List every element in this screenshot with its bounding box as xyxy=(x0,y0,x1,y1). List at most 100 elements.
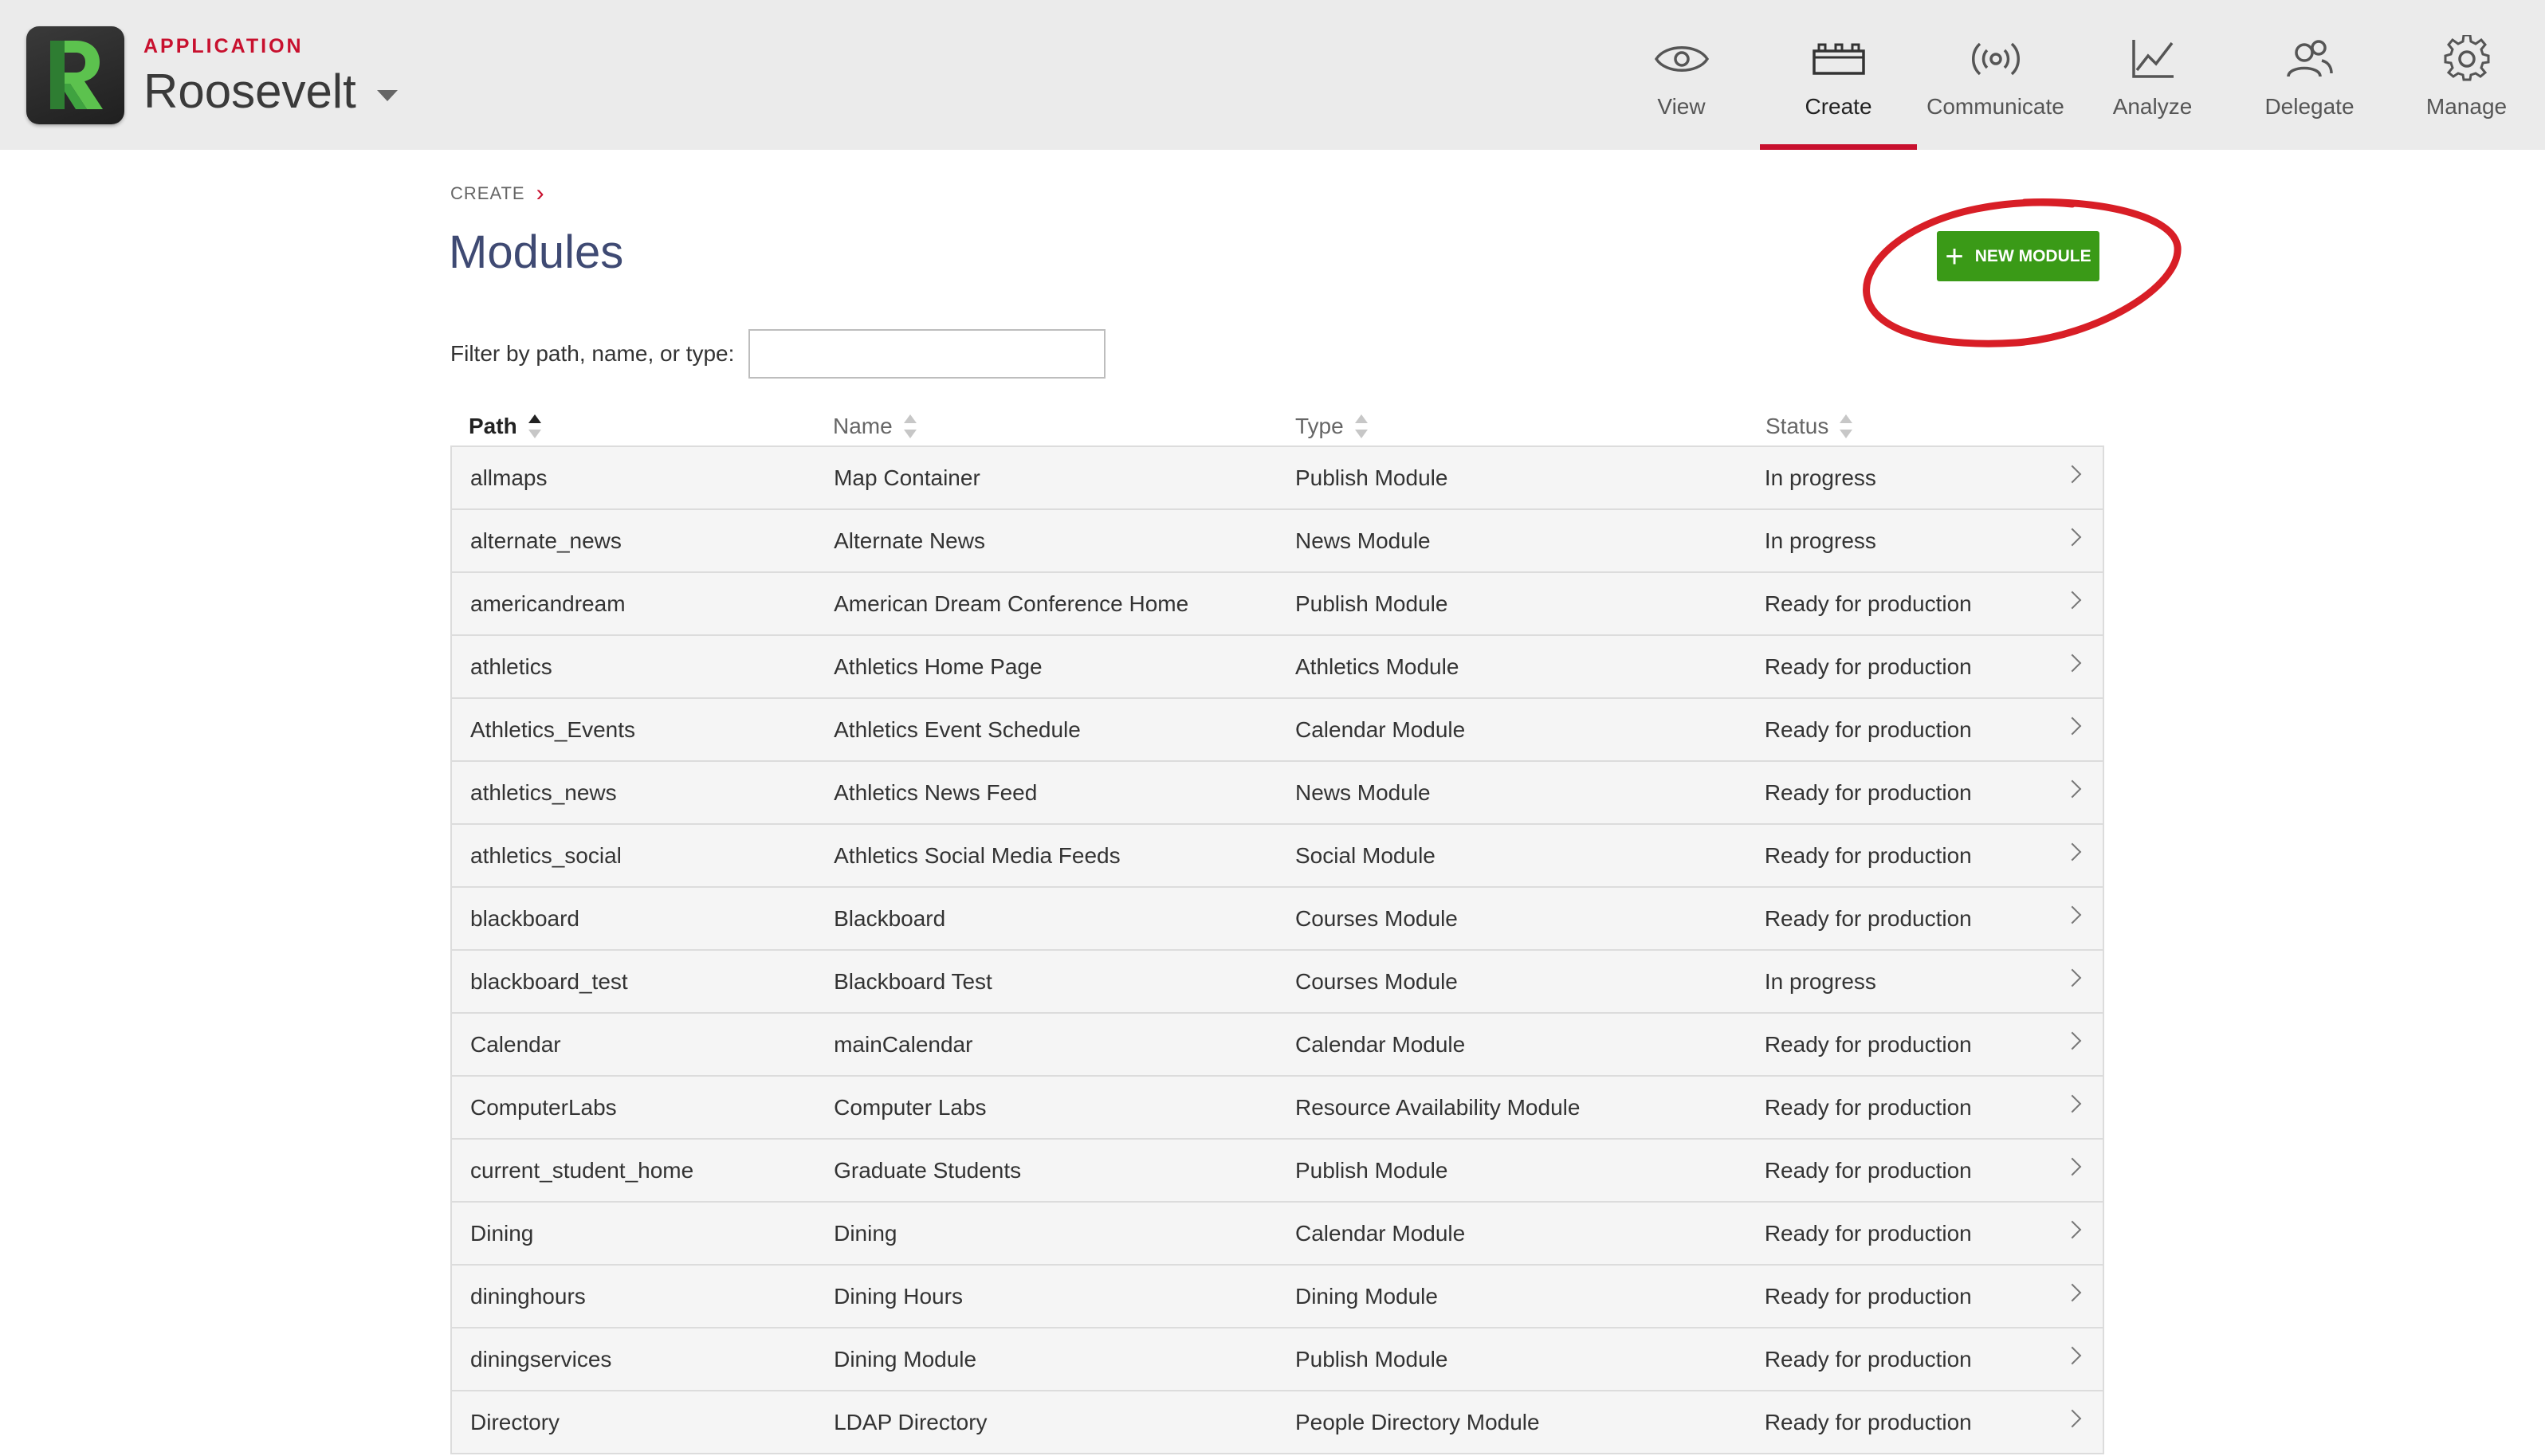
status-cell: Ready for production xyxy=(1764,1157,1972,1183)
type-cell: Social Module xyxy=(1294,842,1435,868)
app-switcher[interactable]: Roosevelt xyxy=(143,64,398,119)
type-cell: Calendar Module xyxy=(1294,716,1466,742)
top-header: APPLICATION Roosevelt View Create Commun… xyxy=(0,0,2545,150)
nav-label[interactable]: Analyze xyxy=(2113,94,2193,120)
nav-label[interactable]: Delegate xyxy=(2264,94,2354,120)
table-row[interactable]: blackboard Blackboard Courses Module Ready … xyxy=(452,888,2103,951)
table-row[interactable]: Dining Dining Calendar Module Ready for pro… xyxy=(452,1203,2103,1266)
nav-view[interactable]: View xyxy=(1603,0,1760,150)
filter-input[interactable] xyxy=(748,329,1106,379)
table-row[interactable]: alternate_news Alternate News News Module I… xyxy=(452,510,2103,573)
nav-label[interactable]: Communicate xyxy=(1926,94,2064,120)
table-row[interactable]: ComputerLabs Computer Labs Resource Availa… xyxy=(452,1077,2103,1140)
status-cell: Ready for production xyxy=(1764,1220,1972,1246)
sort-icon[interactable] xyxy=(1840,414,1853,438)
status-cell: Ready for production xyxy=(1764,842,1972,868)
path-cell: americandream xyxy=(470,591,626,616)
nav-label[interactable]: Create xyxy=(1805,94,1871,120)
name-cell: Dining Hours xyxy=(834,1283,963,1309)
table-row[interactable]: athletics_news Athletics News Feed News Mo… xyxy=(452,762,2103,825)
filter-label: Filter by path, name, or type: xyxy=(450,341,735,366)
eye-icon xyxy=(1652,35,1712,83)
app-logo xyxy=(26,26,124,124)
new-module-label[interactable]: NEW MODULE xyxy=(1975,247,2091,266)
type-cell: People Directory Module xyxy=(1294,1409,1540,1434)
path-cell: Directory xyxy=(470,1409,560,1434)
status-cell: Ready for production xyxy=(1764,1409,1972,1434)
type-cell: News Module xyxy=(1294,528,1431,553)
nav-communicate[interactable]: Communicate xyxy=(1917,0,2074,150)
column-header-label[interactable]: Name xyxy=(833,414,893,439)
users-icon xyxy=(2280,35,2340,83)
column-header-type[interactable]: Type xyxy=(1295,414,1765,439)
name-cell: mainCalendar xyxy=(834,1031,973,1057)
sort-icon[interactable] xyxy=(1354,414,1368,438)
nav-label[interactable]: View xyxy=(1657,94,1705,120)
table-row[interactable]: athletics Athletics Home Page Athletics Mo… xyxy=(452,636,2103,699)
breadcrumb-create[interactable]: CREATE xyxy=(450,183,525,204)
table-row[interactable]: allmaps Map Container Publish Module In pro… xyxy=(452,447,2103,510)
new-module-button[interactable]: + NEW MODULE xyxy=(1937,231,2099,281)
nav-analyze[interactable]: Analyze xyxy=(2074,0,2231,150)
nav-label[interactable]: Manage xyxy=(2426,94,2507,120)
broadcast-icon xyxy=(1966,35,2026,83)
table-row[interactable]: blackboard_test Blackboard Test Courses Mo… xyxy=(452,951,2103,1014)
type-cell: Publish Module xyxy=(1294,1157,1448,1183)
main-nav: View Create Communicate Analyze Delegate… xyxy=(1603,0,2545,150)
name-cell: Blackboard Test xyxy=(834,968,992,994)
path-cell: diningservices xyxy=(470,1346,612,1372)
table-row[interactable]: Calendar mainCalendar Calendar Module Ready… xyxy=(452,1014,2103,1077)
status-cell: Ready for production xyxy=(1764,1283,1972,1309)
modules-table: Path Name Type Status allmaps Map Contain… xyxy=(450,406,2104,1454)
table-row[interactable]: dininghours Dining Hours Dining Module Read… xyxy=(452,1266,2103,1328)
name-cell: Map Container xyxy=(834,465,980,490)
status-cell: Ready for production xyxy=(1764,716,1972,742)
status-cell: Ready for production xyxy=(1764,1031,1972,1057)
column-header-name[interactable]: Name xyxy=(833,414,1295,439)
status-cell: In progress xyxy=(1764,465,1876,490)
type-cell: Publish Module xyxy=(1294,465,1448,490)
name-cell: American Dream Conference Home xyxy=(834,591,1189,616)
table-row[interactable]: Athletics_Events Athletics Event Schedule… xyxy=(452,699,2103,762)
line-chart-icon xyxy=(2123,35,2183,83)
nav-delegate[interactable]: Delegate xyxy=(2231,0,2388,150)
column-header-status[interactable]: Status xyxy=(1765,414,2104,439)
type-cell: Publish Module xyxy=(1294,591,1448,616)
type-cell: Courses Module xyxy=(1294,968,1458,994)
name-cell: LDAP Directory xyxy=(834,1409,988,1434)
path-cell: athletics_news xyxy=(470,779,617,805)
status-cell: In progress xyxy=(1764,968,1876,994)
breadcrumb: CREATE › xyxy=(450,182,545,206)
table-body: allmaps Map Container Publish Module In pro… xyxy=(450,447,2104,1454)
nav-manage[interactable]: Manage xyxy=(2388,0,2545,150)
type-cell: Calendar Module xyxy=(1294,1220,1466,1246)
nav-create[interactable]: Create xyxy=(1760,0,1917,150)
column-header-label[interactable]: Status xyxy=(1765,414,1828,439)
path-cell: alternate_news xyxy=(470,528,622,553)
path-cell: blackboard_test xyxy=(470,968,628,994)
path-cell: athletics xyxy=(470,653,552,679)
column-header-path[interactable]: Path xyxy=(450,414,833,439)
status-cell: Ready for production xyxy=(1764,905,1972,931)
page-title: Modules xyxy=(449,226,624,278)
table-row[interactable]: athletics_social Athletics Social Media F… xyxy=(452,825,2103,888)
table-row[interactable]: current_student_home Graduate Students Pub… xyxy=(452,1140,2103,1203)
column-header-label[interactable]: Path xyxy=(469,414,517,439)
sort-icon[interactable] xyxy=(528,414,541,438)
status-cell: In progress xyxy=(1764,528,1876,553)
name-cell: Athletics Social Media Feeds xyxy=(834,842,1121,868)
name-cell: Blackboard xyxy=(834,905,946,931)
name-cell: Graduate Students xyxy=(834,1157,1022,1183)
status-cell: Ready for production xyxy=(1764,653,1972,679)
sort-icon[interactable] xyxy=(903,414,917,438)
logo-mark xyxy=(50,41,103,109)
name-cell: Athletics Home Page xyxy=(834,653,1043,679)
table-row[interactable]: diningservices Dining Module Publish Modul… xyxy=(452,1328,2103,1391)
type-cell: Courses Module xyxy=(1294,905,1458,931)
column-header-label[interactable]: Type xyxy=(1295,414,1344,439)
caret-down-icon[interactable] xyxy=(376,89,398,101)
table-row[interactable]: Directory LDAP Directory People Directory … xyxy=(452,1391,2103,1454)
app-name[interactable]: Roosevelt xyxy=(143,64,356,119)
table-row[interactable]: americandream American Dream Conference H… xyxy=(452,573,2103,636)
path-cell: ComputerLabs xyxy=(470,1094,617,1120)
